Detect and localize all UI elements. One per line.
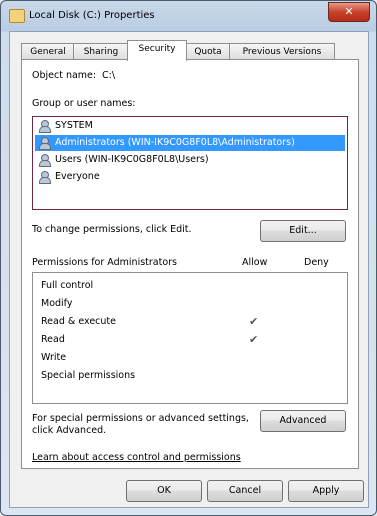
group-name: Users (WIN-IK9C0G8F0L8\Users) [55,154,209,165]
group-name: Administrators (WIN-IK9C0G8F0L8\Administ… [55,137,295,148]
list-item[interactable]: Administrators (WIN-IK9C0G8F0L8\Administ… [35,135,345,151]
permission-name: Special permissions [41,370,136,381]
permission-row: Modify [41,295,341,313]
groups-listbox[interactable]: SYSTEM Administrators (WIN-IK9C0G8F0L8\A… [32,116,348,210]
dialog-client-area: General Sharing Security Quota Previous … [9,31,369,508]
group-name: Everyone [55,171,100,182]
allow-check-icon: ✔ [249,333,259,346]
permission-row: Special permissions [41,367,341,385]
permission-name: Read [41,334,65,345]
object-name-value: C:\ [102,70,116,81]
object-name-label: Object name: [32,70,97,81]
permission-name: Modify [41,298,73,309]
permission-name: Write [41,352,67,363]
properties-dialog: Local Disk (C:) Properties ✕ General Sha… [0,0,377,516]
apply-button[interactable]: Apply [288,480,364,502]
permissions-list[interactable]: Full control Modify Read & execute ✔ Rea… [32,272,348,404]
permission-row: Full control [41,277,341,295]
drive-icon [9,9,25,23]
list-item[interactable]: SYSTEM [35,118,345,134]
allow-check-icon: ✔ [249,315,259,328]
change-permissions-label: To change permissions, click Edit. [32,224,192,235]
cancel-button[interactable]: Cancel [207,480,283,502]
user-icon [38,154,51,167]
user-icon [38,120,51,133]
allow-column-header: Allow [242,257,268,268]
tab-previous-versions[interactable]: Previous Versions [229,43,335,60]
window-title: Local Disk (C:) Properties [29,10,155,21]
permission-name: Read & execute [41,316,116,327]
permission-row: Write [41,349,341,367]
tab-security[interactable]: Security [127,40,187,61]
list-item[interactable]: Users (WIN-IK9C0G8F0L8\Users) [35,152,345,168]
advanced-button[interactable]: Advanced [260,410,346,432]
list-item[interactable]: Everyone [35,169,345,185]
edit-button[interactable]: Edit... [260,220,346,242]
tab-general[interactable]: General [21,43,75,60]
groups-label: Group or user names: [32,98,136,109]
user-icon [38,171,51,184]
deny-column-header: Deny [304,257,329,268]
tab-quota[interactable]: Quota [185,43,231,60]
security-panel: Object name: C:\ Group or user names: SY… [21,59,359,469]
special-permissions-label: For special permissions or advanced sett… [32,413,249,436]
title-bar[interactable]: Local Disk (C:) Properties ✕ [1,1,376,31]
permission-name: Full control [41,280,94,291]
ok-button[interactable]: OK [126,480,202,502]
tab-sharing[interactable]: Sharing [73,43,129,60]
user-icon [38,137,51,150]
permissions-for-label: Permissions for Administrators [32,257,178,268]
close-button[interactable]: ✕ [328,2,370,22]
permission-row: Read & execute ✔ [41,313,341,331]
group-name: SYSTEM [55,120,93,131]
learn-access-control-link[interactable]: Learn about access control and permissio… [32,452,241,463]
permission-row: Read ✔ [41,331,341,349]
